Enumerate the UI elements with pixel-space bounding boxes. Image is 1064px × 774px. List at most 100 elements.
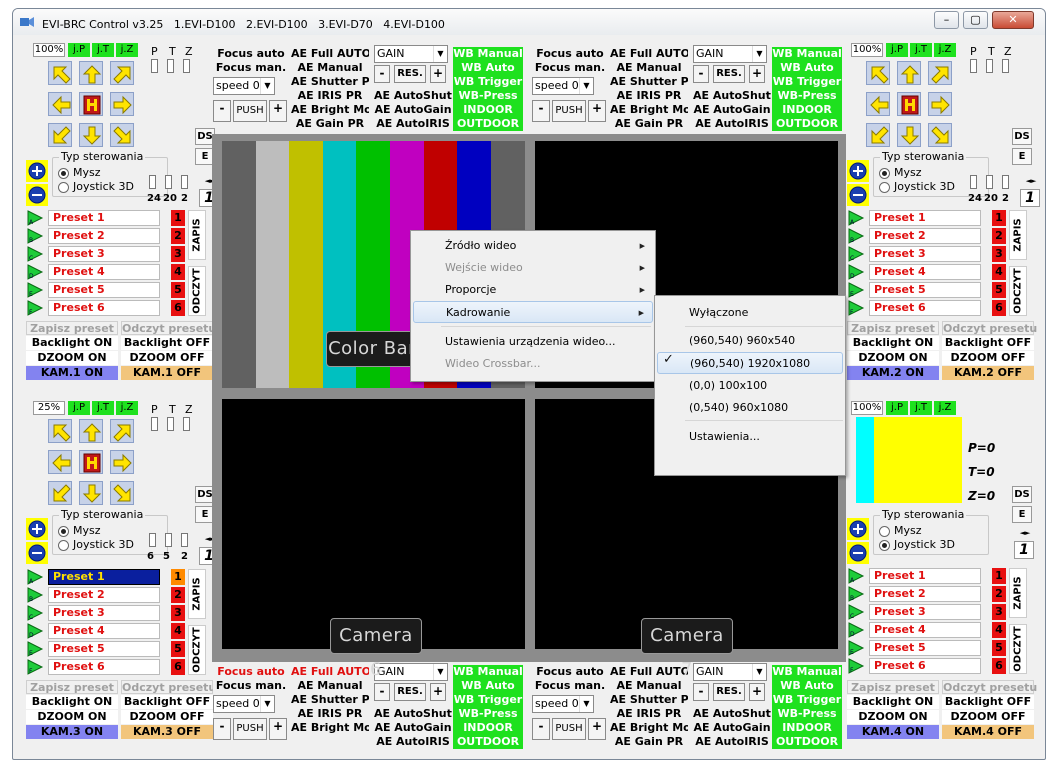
wb-manual-button[interactable]: WB Manual	[772, 665, 842, 679]
ae-manual-button[interactable]: AE Manual	[291, 61, 369, 75]
arrow-up-right-icon[interactable]	[110, 61, 134, 85]
preset-number-button[interactable]: 6	[171, 300, 185, 316]
preset-play-icon[interactable]: E	[26, 282, 44, 298]
backlight-on-button[interactable]: Backlight ON	[26, 336, 118, 350]
ae-gain-pr-button[interactable]: AE Gain PR	[291, 117, 369, 131]
save-tab[interactable]: ZAPIS	[1009, 568, 1027, 618]
joystick-zoom-toggle[interactable]: j.Z	[934, 43, 956, 57]
arrow-down-left-icon[interactable]	[866, 123, 890, 147]
save-tab[interactable]: ZAPIS	[188, 569, 206, 619]
preset-name-field[interactable]: Preset 5	[48, 282, 160, 298]
speed-slider[interactable]	[986, 175, 993, 189]
zoom-out-icon[interactable]	[847, 184, 869, 206]
backlight-on-button[interactable]: Backlight ON	[847, 695, 939, 709]
joystick-tilt-toggle[interactable]: j.T	[92, 401, 114, 415]
push-minus-button[interactable]: -	[213, 100, 231, 122]
wb-trigger-button[interactable]: WB Trigger	[772, 693, 842, 707]
mouse-radio[interactable]	[879, 168, 890, 179]
ae-full-auto-button[interactable]: AE Full AUTO	[291, 665, 369, 679]
read-tab[interactable]: ODCZYT	[1009, 266, 1027, 316]
zoom-slider[interactable]	[1002, 59, 1009, 73]
menu-cropping[interactable]: Kadrowanie ▶	[413, 301, 653, 323]
preset-play-icon[interactable]: B	[847, 228, 865, 244]
preset-play-icon[interactable]: B	[26, 228, 44, 244]
gain-select[interactable]: GAIN ▼	[374, 45, 448, 63]
zoom-out-icon[interactable]	[26, 184, 48, 206]
zoom-in-icon[interactable]	[847, 518, 869, 540]
video-feed-cam6[interactable]	[222, 399, 525, 649]
joystick-pan-toggle[interactable]: j.P	[68, 401, 90, 415]
preset-name-field[interactable]: Preset 6	[869, 300, 981, 316]
preset-number-button[interactable]: 5	[171, 282, 185, 298]
preset-name-field[interactable]: Preset 3	[48, 246, 160, 262]
ae-autoiris-button[interactable]: AE AutoIRIS	[374, 117, 452, 131]
focus-auto-button[interactable]: Focus auto	[532, 665, 608, 679]
ae-iris-pr-button[interactable]: AE IRIS PR	[291, 707, 369, 721]
preset-number-button[interactable]: 6	[992, 658, 1006, 674]
preset-name-field[interactable]: Preset 1	[48, 569, 160, 585]
crop-100x100[interactable]: (0,0) 100x100	[657, 375, 843, 397]
preset-name-field[interactable]: Preset 4	[48, 264, 160, 280]
preset-play-icon[interactable]: B	[26, 587, 44, 603]
speed-slider[interactable]	[149, 175, 156, 189]
joystick-area[interactable]	[874, 417, 962, 503]
preset-number-button[interactable]: 4	[171, 264, 185, 280]
arrow-up-icon[interactable]	[79, 61, 103, 85]
wb-manual-button[interactable]: WB Manual	[453, 47, 523, 61]
reset-button[interactable]: RES.	[394, 65, 426, 83]
crop-1920x1080[interactable]: (960,540) 1920x1080	[657, 352, 843, 374]
preset-number-button[interactable]: 2	[992, 586, 1006, 602]
preset-play-icon[interactable]: C	[847, 246, 865, 262]
ae-shutter-pr-button[interactable]: AE Shutter PR	[610, 693, 688, 707]
wb-trigger-button[interactable]: WB Trigger	[453, 693, 523, 707]
focus-man-button[interactable]: Focus man.	[213, 679, 289, 693]
preset-name-field[interactable]: Preset 6	[48, 300, 160, 316]
crop-960x540[interactable]: (960,540) 960x540	[657, 330, 843, 352]
joystick-radio[interactable]	[879, 540, 890, 551]
zoom-out-icon[interactable]	[847, 542, 869, 564]
arrow-left-icon[interactable]	[48, 92, 72, 116]
preset-name-field[interactable]: Preset 3	[869, 246, 981, 262]
preset-play-icon[interactable]: D	[26, 623, 44, 639]
preset-name-field[interactable]: Preset 4	[48, 623, 160, 639]
ae-shutter-pr-button[interactable]: AE Shutter PR	[291, 75, 369, 89]
ae-autoiris-button[interactable]: AE AutoIRIS	[693, 117, 771, 131]
joystick-area-cyan[interactable]	[856, 417, 874, 503]
preset-number-button[interactable]: 5	[992, 640, 1006, 656]
preset-number-button[interactable]: 4	[992, 622, 1006, 638]
camera-off-button[interactable]: KAM.1 OFF	[121, 366, 213, 380]
preset-name-field[interactable]: Preset 4	[869, 264, 981, 280]
arrow-up-icon[interactable]	[897, 61, 921, 85]
dzoom-off-button[interactable]: DZOOM OFF	[121, 351, 213, 365]
tilt-slider[interactable]	[167, 59, 174, 73]
wb-press-button[interactable]: WB-Press	[453, 89, 523, 103]
focus-man-button[interactable]: Focus man.	[213, 61, 289, 75]
ae-autoiris-button[interactable]: AE AutoIRIS	[693, 735, 771, 749]
wb-auto-button[interactable]: WB Auto	[772, 61, 842, 75]
crop-off[interactable]: Wyłączone	[657, 302, 843, 324]
joystick-radio[interactable]	[58, 540, 69, 551]
camera-off-button[interactable]: KAM.4 OFF	[942, 725, 1034, 739]
reset-button[interactable]: RES.	[394, 683, 426, 701]
arrow-up-left-icon[interactable]	[48, 61, 72, 85]
joystick-radio[interactable]	[879, 182, 890, 193]
crop-settings[interactable]: Ustawienia...	[657, 426, 843, 448]
speed-slider[interactable]	[165, 533, 172, 547]
preset-play-icon[interactable]: E	[847, 640, 865, 656]
arrow-up-left-icon[interactable]	[48, 419, 72, 443]
speed-slider[interactable]	[181, 175, 188, 189]
ae-gain-pr-button[interactable]: AE Gain PR	[610, 735, 688, 749]
ae-autoiris-button[interactable]: AE AutoIRIS	[374, 735, 452, 749]
preset-number-button[interactable]: 3	[992, 246, 1006, 262]
ae-autogain-button[interactable]: AE AutoGain	[693, 103, 771, 117]
backlight-off-button[interactable]: Backlight OFF	[121, 695, 213, 709]
wb-auto-button[interactable]: WB Auto	[453, 679, 523, 693]
arrow-down-left-icon[interactable]	[48, 481, 72, 505]
home-icon[interactable]	[79, 92, 103, 116]
outdoor-button[interactable]: OUTDOOR	[453, 735, 523, 749]
tilt-slider[interactable]	[986, 59, 993, 73]
push-button[interactable]: PUSH	[552, 718, 586, 740]
preset-play-icon[interactable]: E	[26, 641, 44, 657]
ae-iris-pr-button[interactable]: AE IRIS PR	[291, 89, 369, 103]
camera-on-button[interactable]: KAM.2 ON	[847, 366, 939, 380]
